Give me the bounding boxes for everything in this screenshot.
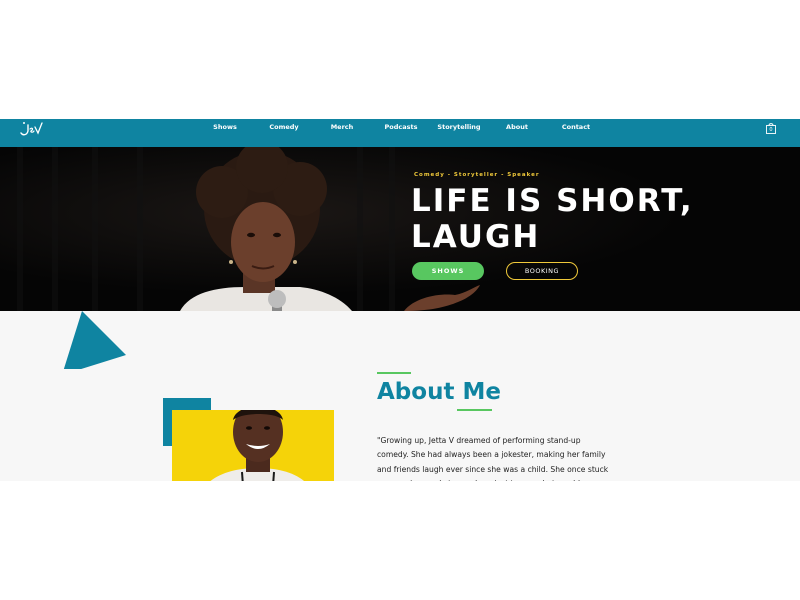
about-photo-frame (172, 410, 334, 481)
top-nav: Shows Comedy Merch Podcasts Storytelling… (0, 119, 800, 147)
about-title: About Me (377, 379, 501, 405)
nav-item-comedy[interactable]: Comedy (269, 123, 298, 131)
about-accent-line-top (377, 372, 411, 374)
hero-section: Comedy - Storyteller - Speaker LIFE IS S… (0, 147, 800, 311)
nav-item-shows[interactable]: Shows (213, 123, 237, 131)
nav-item-podcasts[interactable]: Podcasts (385, 123, 418, 131)
nav-item-merch[interactable]: Merch (331, 123, 354, 131)
about-accent-line-bottom (457, 409, 492, 411)
about-portrait-image (210, 410, 305, 481)
nav-item-about[interactable]: About (506, 123, 528, 131)
nav-item-storytelling[interactable]: Storytelling (437, 123, 480, 131)
hero-title-line-1: LIFE IS SHORT, (411, 183, 694, 219)
nav-item-contact[interactable]: Contact (562, 123, 590, 131)
shows-button[interactable]: SHOWS (412, 262, 484, 280)
cart-count: 0 (769, 127, 773, 133)
cart-button[interactable]: 0 (765, 122, 777, 134)
booking-button[interactable]: BOOKING (506, 262, 578, 280)
about-paragraph: "Growing up, Jetta V dreamed of performi… (377, 436, 609, 481)
nav-menu: Shows Comedy Merch Podcasts Storytelling… (0, 119, 800, 137)
hero-title-line-2: LAUGH (411, 219, 541, 255)
website-frame: Shows Comedy Merch Podcasts Storytelling… (0, 119, 800, 481)
hero-title: LIFE IS SHORT, LAUGH (411, 183, 731, 255)
hero-subtitle: Comedy - Storyteller - Speaker (414, 172, 540, 178)
decorative-triangle (63, 311, 126, 369)
